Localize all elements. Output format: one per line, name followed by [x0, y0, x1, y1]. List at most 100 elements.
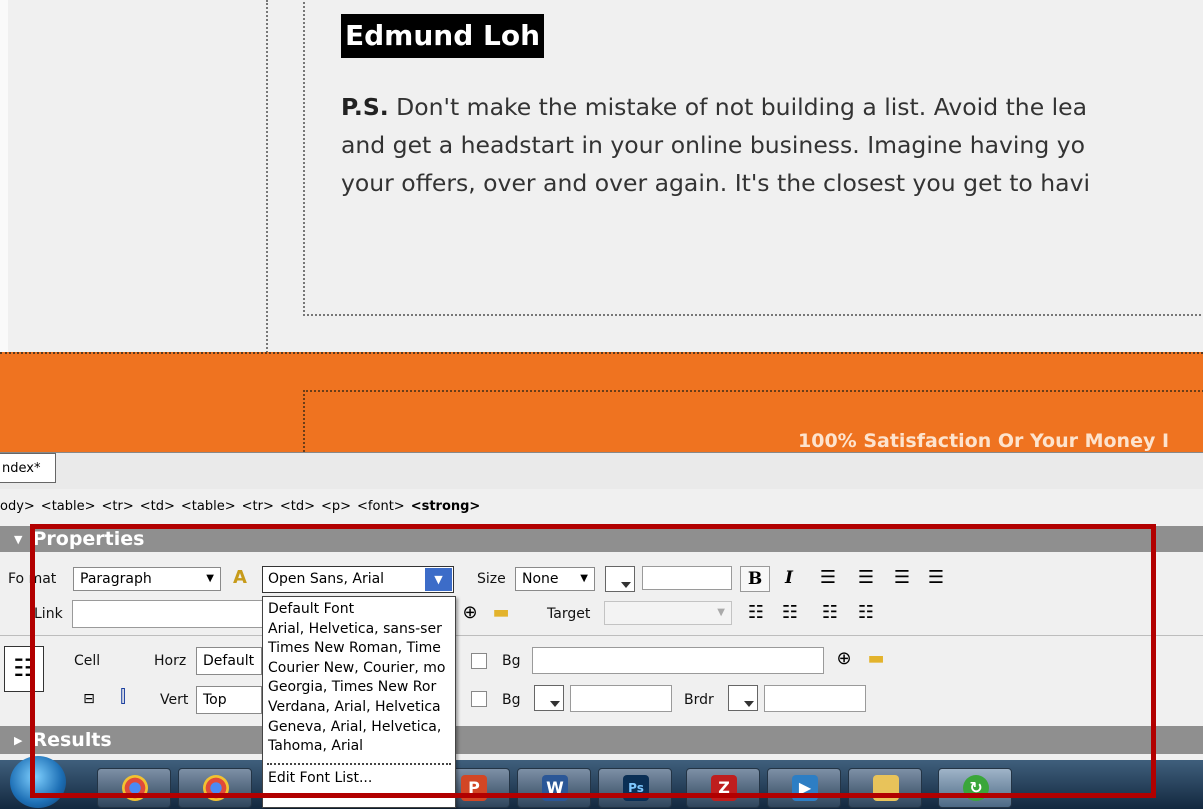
font-option[interactable]: Arial, Helvetica, sans-ser — [263, 620, 455, 640]
taskbar-button-media-player[interactable]: ▶ — [767, 768, 841, 808]
document-tab-bar — [0, 452, 1203, 489]
font-option[interactable]: Default Font — [263, 600, 455, 620]
list-separator — [267, 762, 451, 765]
taskbar-button-dreamweaver[interactable]: ↻ — [938, 768, 1012, 808]
cell-label: Cell — [74, 653, 101, 669]
taskbar-button-photoshop[interactable]: Ps — [598, 768, 672, 808]
properties-title: Properties — [32, 528, 145, 550]
tag-strong[interactable]: <strong> — [411, 499, 481, 514]
link-input[interactable] — [72, 600, 264, 628]
justify-icon[interactable]: ☰ — [923, 567, 949, 589]
tag-tr-inner[interactable]: <tr> — [242, 499, 274, 514]
tag-table-inner[interactable]: <table> — [181, 499, 236, 514]
font-select[interactable]: Open Sans, Arial ▼ — [262, 566, 454, 593]
photoshop-icon: Ps — [623, 775, 649, 801]
point-to-file-icon[interactable]: ⊕ — [459, 602, 481, 624]
guarantee-heading[interactable]: 100% Satisfaction Or Your Money I — [798, 430, 1169, 452]
text-color-swatch[interactable] — [605, 566, 635, 592]
unordered-list-icon[interactable]: ☷ — [743, 602, 769, 624]
edit-font-list-option[interactable]: Edit Font List... — [263, 769, 455, 789]
horz-value: Default — [203, 653, 255, 669]
taskbar-button-chrome-2[interactable] — [178, 768, 252, 808]
bg-color-label: Bg — [502, 692, 521, 708]
signature-text[interactable]: Edmund Loh — [341, 14, 545, 58]
font-option[interactable]: Georgia, Times New Ror — [263, 678, 455, 698]
align-right-icon[interactable]: ☰ — [889, 567, 915, 589]
taskbar-button-word[interactable]: W — [517, 768, 591, 808]
expand-triangle-icon[interactable]: ▶ — [14, 727, 22, 755]
browse-folder-icon[interactable]: ▬ — [858, 648, 894, 670]
media-player-icon: ▶ — [792, 775, 818, 801]
ps-paragraph[interactable]: P.S. Don't make the mistake of not build… — [341, 88, 1203, 202]
dreamweaver-icon: ↻ — [963, 775, 989, 801]
link-label: Link — [34, 606, 63, 622]
vert-label: Vert — [160, 692, 189, 708]
chrome-icon — [203, 775, 229, 801]
align-left-icon[interactable]: ☰ — [815, 567, 841, 589]
font-option[interactable]: Times New Roman, Time — [263, 639, 455, 659]
format-value: Paragraph — [80, 571, 152, 587]
tag-table[interactable]: <table> — [41, 499, 96, 514]
font-option[interactable]: Geneva, Arial, Helvetica, — [263, 718, 455, 738]
header-checkbox[interactable] — [471, 691, 487, 707]
text-outdent-icon[interactable]: ☷ — [817, 602, 843, 624]
properties-panel-header[interactable]: ▼ Properties — [0, 526, 1203, 552]
row-divider — [0, 635, 1203, 636]
design-view[interactable]: Edmund Loh P.S. Don't make the mistake o… — [0, 0, 1203, 452]
border-color-swatch[interactable] — [728, 685, 758, 711]
start-orb-icon[interactable] — [10, 756, 66, 808]
ps-line-1: Don't make the mistake of not building a… — [388, 93, 1088, 121]
document-tab-index[interactable]: ndex* — [0, 453, 56, 483]
font-option[interactable]: Verdana, Arial, Helvetica — [263, 698, 455, 718]
horz-select[interactable]: Default — [196, 647, 262, 675]
taskbar-button-filezilla[interactable]: Z — [686, 768, 760, 808]
bg-image-input[interactable] — [532, 647, 824, 674]
italic-button[interactable]: I — [774, 566, 804, 592]
size-label: Size — [477, 571, 506, 587]
bg-color-swatch[interactable] — [534, 685, 564, 711]
tag-body[interactable]: ody> — [0, 499, 35, 514]
font-value: Open Sans, Arial — [268, 571, 385, 587]
text-color-input[interactable] — [642, 566, 732, 590]
tag-td-inner[interactable]: <td> — [280, 499, 315, 514]
format-label: Fo mat — [8, 571, 57, 587]
results-panel-header[interactable]: ▶ Results — [0, 726, 1203, 754]
size-value: None — [522, 571, 559, 587]
browse-folder-icon[interactable]: ▬ — [483, 602, 519, 624]
merge-cells-icon[interactable]: ⊟ — [78, 688, 100, 710]
ps-line-3: your offers, over and over again. It's t… — [341, 169, 1091, 197]
ordered-list-icon[interactable]: ☷ — [777, 602, 803, 624]
filezilla-icon: Z — [711, 775, 737, 801]
tag-p[interactable]: <p> — [321, 499, 351, 514]
point-to-file-icon[interactable]: ⊕ — [832, 648, 856, 670]
border-color-input[interactable] — [764, 685, 866, 712]
split-cell-icon[interactable]: ⫿ — [110, 686, 136, 708]
target-select[interactable]: ▼ — [604, 601, 732, 625]
results-title: Results — [32, 729, 112, 751]
tag-tr[interactable]: <tr> — [102, 499, 134, 514]
ps-lead: P.S. — [341, 93, 389, 121]
format-select[interactable]: Paragraph ▼ — [73, 567, 221, 591]
bg-color-input[interactable] — [570, 685, 672, 712]
font-option[interactable]: Courier New, Courier, mo — [263, 659, 455, 679]
taskbar-button-explorer[interactable] — [848, 768, 922, 808]
bold-button[interactable]: B — [740, 566, 770, 592]
font-option[interactable]: Tahoma, Arial — [263, 737, 455, 757]
tag-selector: ody> <table> <tr> <td> <table> <tr> <td> <p> <fo… — [0, 490, 1203, 524]
chrome-icon — [122, 775, 148, 801]
align-center-icon[interactable]: ☰ — [853, 567, 879, 589]
size-select[interactable]: None ▼ — [515, 567, 595, 591]
taskbar-button-chrome[interactable] — [97, 768, 171, 808]
tag-font[interactable]: <font> — [357, 499, 405, 514]
vert-value: Top — [203, 692, 227, 708]
chevron-down-icon: ▼ — [717, 607, 725, 618]
ps-line-2: and get a headstart in your online busin… — [341, 131, 1085, 159]
chevron-down-icon[interactable]: ▼ — [425, 568, 452, 591]
text-indent-icon[interactable]: ☷ — [853, 602, 879, 624]
nowrap-checkbox[interactable] — [471, 653, 487, 669]
collapse-triangle-icon[interactable]: ▼ — [14, 527, 22, 553]
vert-select[interactable]: Top — [196, 686, 262, 714]
font-dropdown-list[interactable]: Default Font Arial, Helvetica, sans-ser … — [262, 596, 456, 808]
css-style-icon[interactable]: A — [228, 567, 252, 589]
tag-td[interactable]: <td> — [140, 499, 175, 514]
